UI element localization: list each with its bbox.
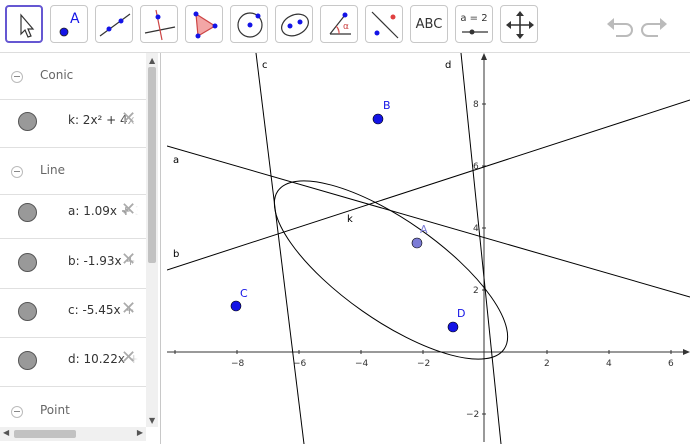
visibility-toggle[interactable]	[18, 302, 37, 321]
scroll-left-icon[interactable]: ◀	[3, 428, 9, 437]
y-tick-label: 4	[473, 224, 479, 234]
line-tool-button[interactable]	[95, 5, 133, 43]
algebra-item-k[interactable]: k: 2x² + 4x y ✕	[0, 98, 146, 148]
circle-tool-button[interactable]	[230, 5, 268, 43]
x-tick-label: −8	[231, 359, 245, 369]
point-a[interactable]	[411, 237, 423, 249]
undo-icon	[607, 18, 633, 37]
y-tick-label: 8	[473, 100, 479, 110]
angle-tool-label: α	[343, 22, 349, 32]
scroll-down-icon[interactable]: ▼	[149, 416, 155, 425]
collapse-icon[interactable]	[11, 71, 23, 83]
x-tick-label: −2	[417, 359, 430, 369]
visibility-toggle[interactable]	[18, 203, 37, 222]
visibility-toggle[interactable]	[18, 253, 37, 272]
graphics-view[interactable]: −8 −6 −4 −2 2 4 6 8 6 4 2 −2 a b c d k B…	[166, 52, 690, 445]
conic-label-k: k	[347, 214, 353, 225]
angle-tool-button[interactable]: α	[320, 5, 358, 43]
collapse-icon[interactable]	[11, 166, 23, 178]
line-label-c: c	[262, 60, 268, 71]
x-tick-label: 6	[668, 359, 674, 369]
scroll-right-icon[interactable]: ▶	[137, 428, 143, 437]
slider-tool-button[interactable]: a = 2	[455, 5, 493, 43]
x-axis-arrow	[683, 349, 690, 355]
group-header-conic[interactable]: Conic	[0, 53, 146, 100]
line-icon	[99, 13, 131, 37]
text-tool-button[interactable]: ABC	[410, 5, 448, 43]
x-tick-labels: −8 −6 −4 −2 2 4 6	[174, 350, 674, 369]
scroll-thumb[interactable]	[148, 67, 156, 263]
x-tick-label: −4	[355, 359, 369, 369]
point-tool-label: A	[70, 11, 80, 27]
algebra-item-b[interactable]: b: -1.93x + 5 ✕	[0, 239, 146, 289]
point-c[interactable]	[230, 300, 242, 312]
reflect-tool-button[interactable]	[365, 5, 403, 43]
move-arrows-icon	[506, 11, 534, 39]
scroll-up-icon[interactable]: ▲	[149, 56, 155, 65]
point-label-a: A	[420, 223, 428, 236]
line-b[interactable]	[166, 99, 690, 271]
angle-icon	[329, 12, 351, 35]
cursor-icon	[20, 13, 35, 38]
text-tool-label: ABC	[415, 16, 443, 32]
delete-icon[interactable]: ✕	[121, 249, 136, 270]
group-title: Conic	[40, 68, 74, 82]
delete-icon[interactable]: ✕	[121, 199, 136, 220]
polygon-tool-button[interactable]	[185, 5, 223, 43]
y-tick-label: 2	[473, 286, 479, 296]
ellipse-icon	[281, 13, 309, 37]
point-label-d: D	[457, 307, 465, 320]
scroll-thumb[interactable]	[14, 430, 76, 438]
algebra-item-a[interactable]: a: 1.09x + 3. ✕	[0, 189, 146, 239]
move-graphics-tool-button[interactable]	[500, 5, 538, 43]
line-a[interactable]	[166, 145, 690, 298]
group-header-line[interactable]: Line	[0, 148, 146, 195]
delete-icon[interactable]: ✕	[121, 108, 136, 129]
redo-button[interactable]	[640, 12, 670, 40]
perpendicular-line-icon	[144, 9, 176, 41]
graphics-canvas[interactable]: −8 −6 −4 −2 2 4 6 8 6 4 2 −2 a b c d k B…	[166, 52, 690, 445]
visibility-toggle[interactable]	[18, 351, 37, 370]
move-tool-button[interactable]	[5, 5, 43, 43]
toolbar: A α ABC a = 2	[0, 0, 690, 53]
undo-button[interactable]	[604, 12, 634, 40]
point-label-c: C	[240, 287, 248, 300]
algebra-view: Conic k: 2x² + 4x y ✕ Line a: 1.09x + 3.…	[0, 53, 161, 444]
line-d[interactable]	[460, 52, 502, 445]
visibility-toggle[interactable]	[18, 112, 37, 131]
point-d[interactable]	[447, 321, 459, 333]
algebra-vertical-scrollbar[interactable]: ▲ ▼	[146, 53, 158, 427]
line-c[interactable]	[255, 52, 305, 445]
circle-icon	[237, 12, 263, 38]
y-tick-labels: 8 6 4 2 −2	[466, 100, 486, 420]
group-title: Point	[40, 403, 70, 417]
line-label-a: a	[173, 155, 179, 166]
conic-k[interactable]	[249, 150, 532, 390]
y-axis-arrow	[481, 53, 487, 60]
delete-icon[interactable]: ✕	[121, 347, 136, 368]
algebra-horizontal-scrollbar[interactable]: ◀ ▶	[0, 427, 146, 441]
algebra-item-c[interactable]: c: -5.45x + 0. ✕	[0, 288, 146, 338]
x-tick-label: 2	[544, 359, 550, 369]
polygon-icon	[193, 11, 218, 39]
point-label-b: B	[383, 99, 391, 112]
x-tick-label: 4	[606, 359, 612, 369]
slider-icon	[462, 29, 488, 35]
line-label-b: b	[173, 249, 179, 260]
delete-icon[interactable]: ✕	[121, 298, 136, 319]
point-b[interactable]	[372, 113, 384, 125]
algebra-item-d[interactable]: d: 10.22x + 1 ✕	[0, 337, 146, 387]
collapse-icon[interactable]	[11, 406, 23, 418]
reflect-icon	[371, 11, 399, 39]
line-label-d: d	[445, 60, 451, 71]
perpendicular-line-tool-button[interactable]	[140, 5, 178, 43]
redo-icon	[641, 18, 667, 37]
y-tick-label: −2	[466, 410, 479, 420]
group-title: Line	[40, 163, 66, 177]
point-tool-button[interactable]: A	[50, 5, 88, 43]
ellipse-tool-button[interactable]	[275, 5, 313, 43]
